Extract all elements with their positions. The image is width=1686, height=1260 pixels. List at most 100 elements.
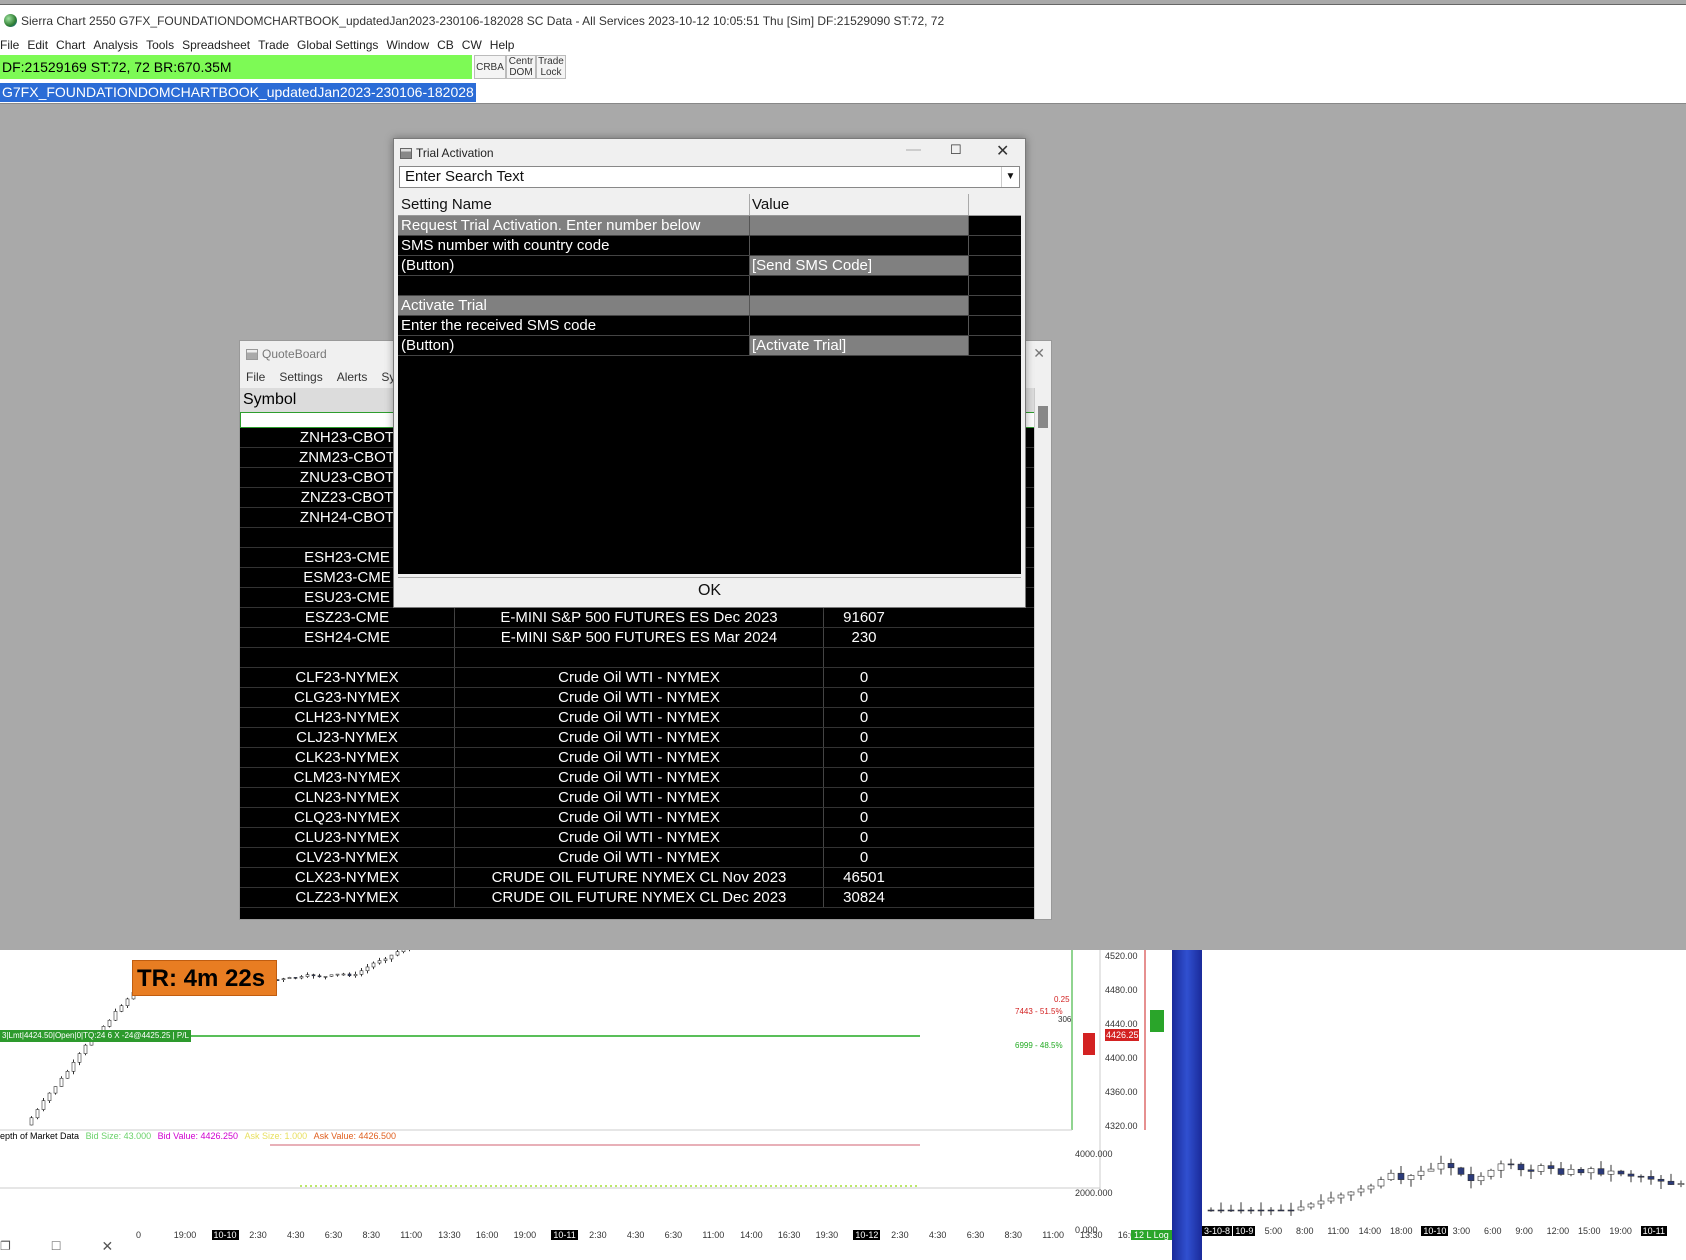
table-row[interactable]: ESZ23-CME E-MINI S&P 500 FUTURES ES Dec 2… [240, 608, 1036, 628]
symbol-cell: CLK23-NYMEX [240, 748, 455, 767]
setting-row[interactable] [398, 276, 1021, 296]
setting-row[interactable]: Activate Trial [398, 296, 1021, 316]
secondary-chart[interactable]: 3-10-8 10-9 5:00 8:00 11:00 14:00 18:00 10-10 3:… [1172, 950, 1686, 1260]
setting-name-cell: (Button) [398, 256, 750, 275]
setting-value-input[interactable] [750, 316, 969, 335]
candle [29, 1117, 34, 1126]
col-symbol-header[interactable]: Symbol [243, 391, 296, 409]
menu-tools[interactable]: Tools [146, 38, 182, 52]
dom-bid-size: Bid Size: 43.000 [85, 1131, 152, 1141]
close-icon[interactable]: ✕ [102, 1238, 114, 1255]
time-tick: 10-10 [211, 1230, 239, 1240]
table-row[interactable]: CLV23-NYMEX Crude Oil WTI - NYMEX 0 [240, 848, 1036, 868]
search-input[interactable]: Enter Search Text ▼ [399, 166, 1020, 188]
time-tick: 3:00 [1452, 1226, 1471, 1236]
chevron-down-icon[interactable]: ▼ [1001, 167, 1019, 187]
menu-window[interactable]: Window [386, 38, 437, 52]
menu-file[interactable]: File [0, 38, 27, 52]
candle [1437, 1162, 1445, 1170]
candle [1667, 1180, 1675, 1185]
candle [113, 1011, 118, 1021]
table-row[interactable]: CLN23-NYMEX Crude Oil WTI - NYMEX 0 [240, 788, 1036, 808]
menu-trade[interactable]: Trade [258, 38, 297, 52]
current-price: 4426.25 [1106, 1030, 1139, 1040]
setting-row[interactable]: Enter the received SMS code [398, 316, 1021, 336]
table-row[interactable]: ESH24-CME E-MINI S&P 500 FUTURES ES Mar 2… [240, 628, 1036, 648]
setting-row[interactable]: SMS number with country code [398, 236, 1021, 256]
qb-menu-settings[interactable]: Settings [279, 370, 330, 384]
candle [1607, 1170, 1615, 1175]
description-cell: Crude Oil WTI - NYMEX [455, 848, 824, 867]
time-tick: 5:00 [1264, 1226, 1283, 1236]
menu-spreadsheet[interactable]: Spreadsheet [182, 38, 258, 52]
qb-menu-file[interactable]: File [246, 370, 273, 384]
dom-study-name: epth of Market Data [0, 1131, 80, 1141]
centr-dom-button[interactable]: Centr DOM [506, 55, 536, 79]
col-setting-name[interactable]: Setting Name [398, 194, 750, 215]
table-row[interactable]: CLU23-NYMEX Crude Oil WTI - NYMEX 0 [240, 828, 1036, 848]
dialog-title-bar[interactable]: Trial Activation [394, 139, 1025, 167]
table-row[interactable]: CLH23-NYMEX Crude Oil WTI - NYMEX 0 [240, 708, 1036, 728]
description-cell: CRUDE OIL FUTURE NYMEX CL Dec 2023 [455, 888, 824, 907]
table-row[interactable]: CLG23-NYMEX Crude Oil WTI - NYMEX 0 [240, 688, 1036, 708]
chart-divider-strip [1172, 950, 1202, 1260]
candle [1417, 1170, 1425, 1176]
time-tick: 6:30 [324, 1230, 343, 1240]
time-tick: 8:00 [1296, 1226, 1314, 1236]
description-cell: Crude Oil WTI - NYMEX [455, 808, 824, 827]
time-tick: 12:00 [1546, 1226, 1570, 1236]
table-row[interactable]: CLQ23-NYMEX Crude Oil WTI - NYMEX 0 [240, 808, 1036, 828]
scrollbar-thumb[interactable] [1038, 406, 1048, 428]
menu-chart[interactable]: Chart [56, 38, 93, 52]
restore-icon[interactable]: ❐ [0, 1239, 11, 1253]
table-row[interactable]: CLF23-NYMEX Crude Oil WTI - NYMEX 0 [240, 668, 1036, 688]
trial-activation-dialog: Trial Activation — ☐ ✕ Enter Search Text… [393, 138, 1026, 608]
app-title: Sierra Chart 2550 G7FX_FOUNDATIONDOMCHAR… [21, 13, 945, 28]
setting-value-cell [750, 216, 969, 235]
candle [1657, 1178, 1665, 1182]
setting-button[interactable]: [Send SMS Code] [750, 256, 969, 275]
crba-button[interactable]: CRBA [474, 55, 506, 79]
close-icon[interactable]: ✕ [1033, 345, 1045, 362]
candle [1317, 1200, 1325, 1205]
table-row[interactable]: CLK23-NYMEX Crude Oil WTI - NYMEX 0 [240, 748, 1036, 768]
chartbook-tab[interactable]: G7FX_FOUNDATIONDOMCHARTBOOK_updatedJan20… [0, 83, 476, 102]
table-row[interactable]: CLM23-NYMEX Crude Oil WTI - NYMEX 0 [240, 768, 1036, 788]
candle [1527, 1169, 1535, 1172]
menu-help[interactable]: Help [490, 38, 523, 52]
setting-row[interactable]: Request Trial Activation. Enter number b… [398, 216, 1021, 236]
table-row[interactable]: CLJ23-NYMEX Crude Oil WTI - NYMEX 0 [240, 728, 1036, 748]
menu-cw[interactable]: CW [462, 38, 490, 52]
setting-button[interactable]: [Activate Trial] [750, 336, 969, 355]
maximize-icon[interactable]: ☐ [950, 142, 962, 158]
maximize-icon[interactable]: ☐ [51, 1239, 62, 1253]
menu-global-settings[interactable]: Global Settings [297, 38, 386, 52]
setting-value-input[interactable] [750, 236, 969, 255]
candle [1637, 1175, 1645, 1178]
table-row[interactable] [240, 648, 1036, 668]
table-row[interactable]: CLX23-NYMEX CRUDE OIL FUTURE NYMEX CL Nov… [240, 868, 1036, 888]
close-icon[interactable]: ✕ [996, 141, 1009, 161]
ok-button[interactable]: OK [398, 577, 1021, 603]
dom-bid-value: Bid Value: 4426.250 [157, 1131, 239, 1141]
candle [59, 1077, 64, 1087]
menu-analysis[interactable]: Analysis [93, 38, 146, 52]
candle [1577, 1168, 1585, 1174]
quoteboard-scrollbar[interactable] [1034, 388, 1051, 919]
time-tick: 19:00 [513, 1230, 537, 1240]
setting-row[interactable]: (Button) [Send SMS Code] [398, 256, 1021, 276]
candle [389, 954, 394, 960]
qb-menu-alerts[interactable]: Alerts [337, 370, 376, 384]
setting-row[interactable]: (Button) [Activate Trial] [398, 336, 1021, 356]
table-row[interactable]: CLZ23-NYMEX CRUDE OIL FUTURE NYMEX CL Dec… [240, 888, 1036, 908]
trade-lock-button[interactable]: Trade Lock [536, 55, 566, 79]
time-tick: 4:30 [928, 1230, 947, 1240]
menu-edit[interactable]: Edit [27, 38, 56, 52]
open-order-bar[interactable]: 3|Lmt|4424.50|Open|0|TQ:24 6 X -24@4425.… [0, 1030, 191, 1042]
minimize-icon[interactable]: — [906, 141, 921, 158]
time-tick: 2:30 [249, 1230, 267, 1240]
candle [41, 1100, 46, 1110]
log-badge[interactable]: 12 L Log [1131, 1230, 1172, 1240]
menu-cb[interactable]: CB [437, 38, 462, 52]
col-value[interactable]: Value [750, 194, 969, 215]
